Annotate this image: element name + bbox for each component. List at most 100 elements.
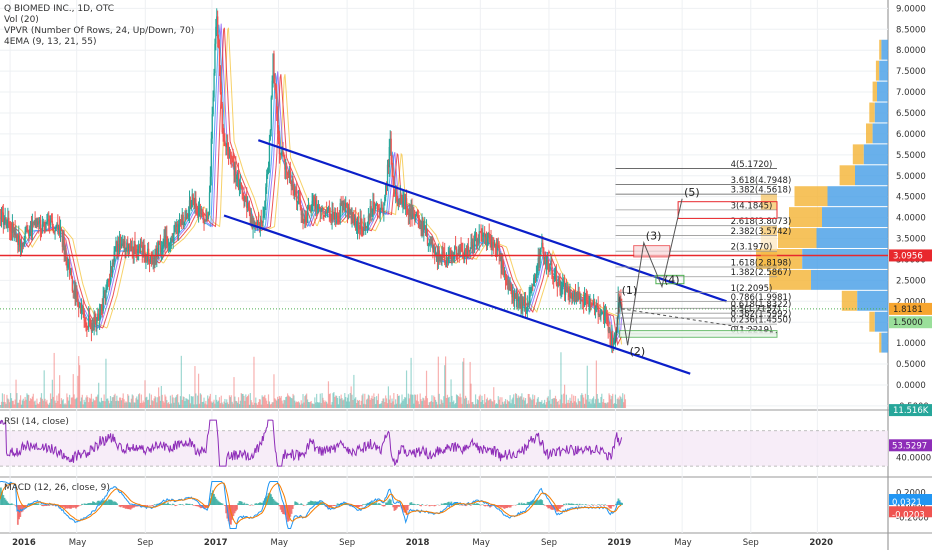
vpvr-row-down bbox=[869, 312, 875, 332]
macd-histogram-bar bbox=[40, 504, 42, 505]
vpvr-row-down bbox=[879, 40, 881, 60]
candle-body bbox=[392, 167, 393, 176]
fib-level-label: 2.382(3.5742) bbox=[731, 227, 792, 237]
vpvr-row-down bbox=[876, 61, 879, 81]
macd-histogram-bar bbox=[182, 504, 184, 505]
rsi-axis-tick: 40.0000 bbox=[896, 453, 931, 463]
candle-body bbox=[470, 249, 471, 252]
macd-histogram-bar bbox=[251, 504, 253, 505]
macd-histogram-bar bbox=[599, 505, 601, 506]
macd-histogram-bar bbox=[589, 505, 591, 506]
macd-histogram-bar bbox=[604, 504, 606, 505]
price-axis-tick: 9.0000 bbox=[896, 4, 926, 14]
price-badge-label: 3.0956 bbox=[893, 251, 923, 261]
candle-body bbox=[600, 315, 601, 316]
fib-level-label: 0.236(1.4550) bbox=[731, 316, 792, 326]
macd-histogram-bar bbox=[116, 503, 118, 505]
price-axis-tick: 5.0000 bbox=[896, 172, 926, 182]
vpvr-indicator-label[interactable]: VPVR (Number Of Rows, 24, Up/Down, 70) bbox=[4, 26, 194, 37]
price-axis-tick: 6.0000 bbox=[896, 130, 926, 140]
price-axis-tick: 0.5000 bbox=[896, 360, 926, 370]
time-axis-tick: May bbox=[69, 538, 87, 548]
wave-label: (1) bbox=[622, 284, 638, 297]
macd-histogram-bar bbox=[173, 504, 175, 505]
chart-canvas[interactable]: 4(5.1720)3.618(4.7948)3.382(4.5618)3(4.1… bbox=[0, 0, 932, 550]
price-axis-tick: 4.5000 bbox=[896, 193, 926, 203]
macd-histogram-bar bbox=[249, 505, 251, 506]
price-badge-label: 11.516K bbox=[893, 406, 929, 416]
candle-body bbox=[219, 47, 220, 66]
macd-histogram-bar bbox=[170, 504, 172, 505]
macd-histogram-bar bbox=[277, 503, 279, 505]
candle-body bbox=[213, 73, 214, 97]
candle-body bbox=[209, 192, 210, 214]
vpvr-row-up bbox=[881, 40, 888, 60]
volume-bar bbox=[253, 357, 254, 408]
fib-level-label: 3(4.1845) bbox=[731, 201, 773, 211]
macd-histogram-bar bbox=[421, 504, 423, 505]
vpvr-row-down bbox=[853, 144, 864, 164]
vpvr-row-down bbox=[795, 186, 828, 206]
time-axis-tick: May bbox=[271, 538, 289, 548]
macd-histogram-bar bbox=[591, 504, 593, 505]
vpvr-row-up bbox=[811, 270, 888, 290]
wave-box bbox=[634, 246, 670, 257]
vpvr-row-up bbox=[857, 291, 888, 311]
rsi-panel-label[interactable]: RSI (14, close) bbox=[4, 417, 69, 427]
price-axis-tick: 8.5000 bbox=[896, 25, 926, 35]
macd-histogram-bar bbox=[191, 504, 193, 505]
price-badge-label: 1.5000 bbox=[893, 318, 923, 328]
volume-bar bbox=[59, 375, 60, 408]
chart-legend: Q BIOMED INC., 1D, OTC Vol (20) VPVR (Nu… bbox=[4, 4, 194, 48]
vpvr-row-up bbox=[802, 249, 888, 269]
vpvr-row-down bbox=[879, 333, 881, 353]
fib-level-label: 3.382(4.5618) bbox=[731, 186, 792, 196]
time-axis-tick: 2020 bbox=[809, 538, 833, 548]
symbol-title[interactable]: Q BIOMED INC., 1D, OTC bbox=[4, 4, 194, 15]
candle-body bbox=[307, 209, 308, 223]
volume-bar bbox=[406, 370, 407, 408]
ema-indicator-label[interactable]: 4EMA (9, 13, 21, 55) bbox=[4, 37, 194, 48]
macd-histogram-bar bbox=[81, 504, 83, 505]
macd-histogram-bar bbox=[592, 505, 594, 506]
price-axis-tick: 7.5000 bbox=[896, 67, 926, 77]
vpvr-row-up bbox=[873, 123, 888, 143]
vpvr-row-up bbox=[875, 103, 888, 123]
volume-bar bbox=[625, 399, 626, 408]
volume-bar bbox=[198, 374, 199, 408]
wave-box bbox=[620, 331, 777, 338]
time-axis-tick: Sep bbox=[137, 538, 153, 548]
candle-body bbox=[212, 114, 213, 138]
candle-body bbox=[148, 249, 149, 261]
macd-histogram-bar bbox=[302, 504, 304, 505]
macd-histogram-bar bbox=[515, 505, 517, 506]
macd-histogram-bar bbox=[384, 505, 386, 506]
volume-bar bbox=[54, 353, 55, 408]
vpvr-row-down bbox=[842, 291, 857, 311]
macd-panel-label[interactable]: MACD (12, 26, close, 9) bbox=[4, 483, 110, 493]
volume-indicator-label[interactable]: Vol (20) bbox=[4, 15, 194, 26]
candle-body bbox=[242, 186, 243, 194]
price-axis-tick: 0.0000 bbox=[896, 381, 926, 391]
macd-histogram-bar bbox=[420, 505, 422, 506]
macd-histogram-bar bbox=[391, 504, 393, 505]
time-axis-tick: 2017 bbox=[204, 538, 228, 548]
fib-level-label: 3.618(4.7948) bbox=[731, 176, 792, 186]
candle-body bbox=[24, 242, 25, 245]
candle-body bbox=[211, 139, 212, 177]
vpvr-row-up bbox=[879, 61, 888, 81]
candle-body bbox=[286, 166, 287, 172]
rsi-value-label: 53.5297 bbox=[892, 441, 927, 451]
candle-body bbox=[279, 137, 280, 154]
macd-histogram-bar bbox=[303, 505, 305, 506]
macd-histogram-bar bbox=[585, 504, 587, 505]
vpvr-row-down bbox=[789, 207, 822, 227]
candle-body bbox=[296, 191, 297, 202]
fib-level-label: 1.382(2.5867) bbox=[731, 268, 792, 278]
time-axis-tick: May bbox=[472, 538, 490, 548]
macd-histogram-bar bbox=[222, 504, 224, 505]
time-axis-tick: 2018 bbox=[406, 538, 430, 548]
candle-body bbox=[479, 231, 480, 242]
fib-level-label: 2(3.1970) bbox=[731, 243, 773, 253]
candle-body bbox=[542, 243, 543, 248]
